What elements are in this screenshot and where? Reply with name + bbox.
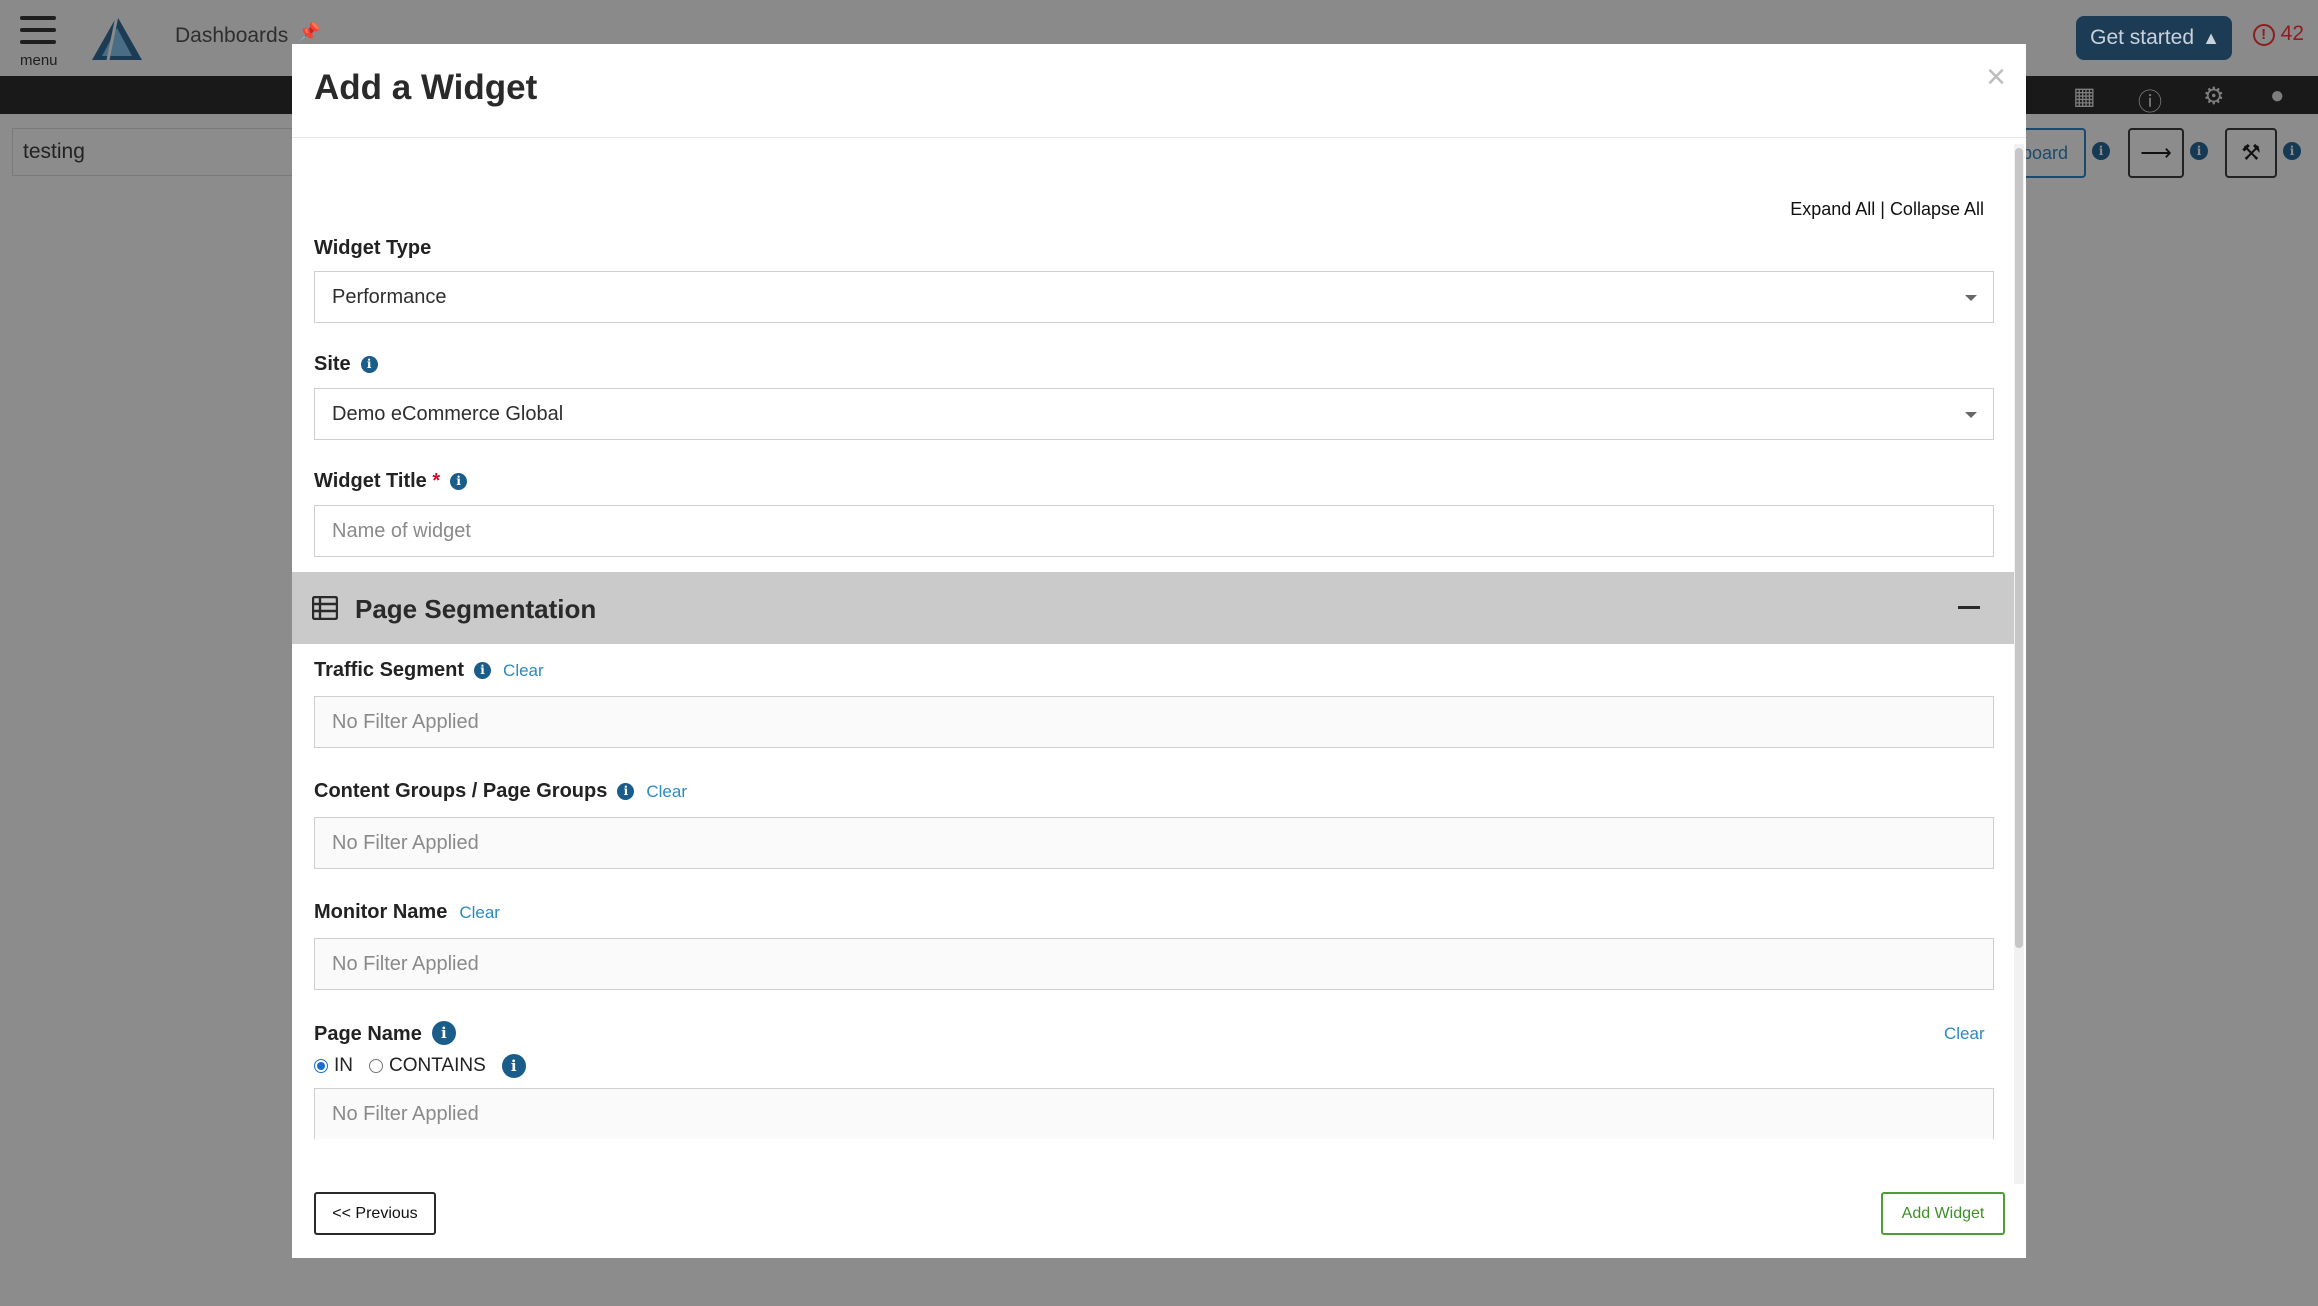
widget-type-select[interactable]: Performance bbox=[314, 271, 1994, 323]
monitor-name-label-text: Monitor Name bbox=[314, 901, 448, 923]
content-groups-clear-link[interactable]: Clear bbox=[646, 782, 687, 801]
site-select[interactable]: Demo eCommerce Global bbox=[314, 388, 1994, 440]
monitor-name-label: Monitor Name Clear bbox=[314, 901, 500, 924]
radio-in[interactable] bbox=[314, 1059, 328, 1073]
expand-all-link[interactable]: Expand All bbox=[1790, 199, 1875, 219]
scrollbar-thumb[interactable] bbox=[2015, 148, 2023, 948]
page-name-label: Page Name i bbox=[314, 1021, 456, 1046]
info-icon[interactable]: i bbox=[360, 356, 378, 373]
user-icon[interactable]: ● bbox=[2270, 82, 2285, 110]
breadcrumb-dashboards[interactable]: Dashboards bbox=[175, 24, 288, 48]
traffic-segment-clear-link[interactable]: Clear bbox=[503, 661, 544, 680]
dashboard-name-field[interactable]: testing bbox=[12, 128, 332, 176]
share-button[interactable]: ⟶ bbox=[2128, 128, 2184, 178]
hamburger-icon-bar bbox=[20, 40, 56, 44]
table-icon bbox=[312, 596, 338, 620]
get-started-button[interactable]: Get started ▲ bbox=[2076, 16, 2232, 60]
page-name-match-options: IN CONTAINS i bbox=[314, 1054, 526, 1078]
traffic-segment-field[interactable]: No Filter Applied bbox=[314, 696, 1994, 748]
hamburger-icon bbox=[20, 16, 56, 20]
wrench-icon: ⚒ bbox=[2241, 140, 2261, 165]
wrench-button[interactable]: ⚒ bbox=[2225, 128, 2277, 178]
add-widget-modal: Add a Widget × Expand All | Collapse All… bbox=[292, 44, 2026, 1258]
info-icon[interactable]: i bbox=[2283, 142, 2301, 160]
radio-contains-label: CONTAINS bbox=[389, 1055, 486, 1076]
info-icon[interactable]: i bbox=[501, 1054, 526, 1078]
modal-header: Add a Widget × bbox=[292, 44, 2026, 138]
content-groups-field[interactable]: No Filter Applied bbox=[314, 817, 1994, 869]
pin-icon[interactable]: 📌 bbox=[298, 22, 320, 43]
modal-body: Expand All | Collapse All Widget Type Pe… bbox=[292, 139, 2014, 1139]
required-marker: * bbox=[432, 470, 441, 492]
modal-footer: << Previous Add Widget bbox=[292, 1184, 2026, 1258]
widget-type-label: Widget Type bbox=[314, 237, 431, 260]
expand-collapse-controls: Expand All | Collapse All bbox=[1790, 199, 1984, 220]
radio-in-label: IN bbox=[334, 1055, 353, 1076]
page-name-clear-link[interactable]: Clear bbox=[1944, 1024, 1985, 1044]
get-started-label: Get started bbox=[2090, 26, 2194, 49]
alert-counter[interactable]: ! 42 bbox=[2252, 22, 2304, 46]
separator: | bbox=[1875, 199, 1890, 219]
close-icon[interactable]: × bbox=[1986, 58, 2006, 97]
monitor-name-clear-link[interactable]: Clear bbox=[459, 903, 500, 922]
menu-label: menu bbox=[20, 52, 58, 69]
page-name-label-text: Page Name bbox=[314, 1023, 422, 1045]
section-title: Page Segmentation bbox=[355, 594, 597, 624]
page-segmentation-header[interactable]: Page Segmentation bbox=[292, 572, 2014, 644]
content-groups-label: Content Groups / Page Groups i Clear bbox=[314, 780, 687, 803]
modal-title: Add a Widget bbox=[314, 68, 538, 107]
logo-icon[interactable] bbox=[90, 14, 144, 62]
alert-icon: ! bbox=[2252, 24, 2275, 46]
scrollbar[interactable] bbox=[2014, 144, 2024, 1184]
site-label-text: Site bbox=[314, 353, 351, 375]
chevron-down-icon bbox=[1965, 412, 1977, 418]
info-icon[interactable]: i bbox=[2092, 142, 2110, 160]
share-icon: ⟶ bbox=[2140, 140, 2172, 165]
page-name-field[interactable]: No Filter Applied bbox=[314, 1088, 1994, 1139]
traffic-segment-label-text: Traffic Segment bbox=[314, 659, 465, 681]
hamburger-icon-bar bbox=[20, 28, 56, 32]
widget-title-label: Widget Title * i bbox=[314, 470, 468, 493]
rocket-icon: ▲ bbox=[2202, 28, 2220, 48]
radio-contains[interactable] bbox=[369, 1059, 383, 1073]
hamburger-menu-button[interactable]: menu bbox=[20, 16, 60, 69]
chevron-down-icon bbox=[1965, 295, 1977, 301]
previous-button[interactable]: << Previous bbox=[314, 1192, 436, 1235]
info-icon[interactable]: i bbox=[474, 662, 492, 679]
minus-icon[interactable] bbox=[1958, 606, 1980, 609]
info-icon[interactable]: i bbox=[431, 1021, 456, 1045]
add-widget-button[interactable]: Add Widget bbox=[1881, 1192, 2005, 1235]
help-icon[interactable]: ⓘ bbox=[2138, 82, 2162, 117]
widget-title-input[interactable]: Name of widget bbox=[314, 505, 1994, 557]
traffic-segment-label: Traffic Segment i Clear bbox=[314, 659, 544, 682]
info-icon[interactable]: i bbox=[617, 783, 635, 800]
info-icon[interactable]: i bbox=[450, 473, 468, 490]
alert-count: 42 bbox=[2280, 22, 2304, 45]
monitor-name-field[interactable]: No Filter Applied bbox=[314, 938, 1994, 990]
widget-type-value: Performance bbox=[332, 286, 447, 308]
collapse-all-link[interactable]: Collapse All bbox=[1890, 199, 1984, 219]
report-icon[interactable]: ▦ bbox=[2073, 82, 2096, 111]
widget-type-label-text: Widget Type bbox=[314, 237, 432, 259]
site-label: Site i bbox=[314, 353, 378, 376]
gear-icon[interactable]: ⚙ bbox=[2203, 82, 2225, 111]
site-value: Demo eCommerce Global bbox=[332, 403, 564, 425]
info-icon[interactable]: i bbox=[2190, 142, 2208, 160]
widget-title-label-text: Widget Title bbox=[314, 470, 427, 492]
content-groups-label-text: Content Groups / Page Groups bbox=[314, 780, 608, 802]
